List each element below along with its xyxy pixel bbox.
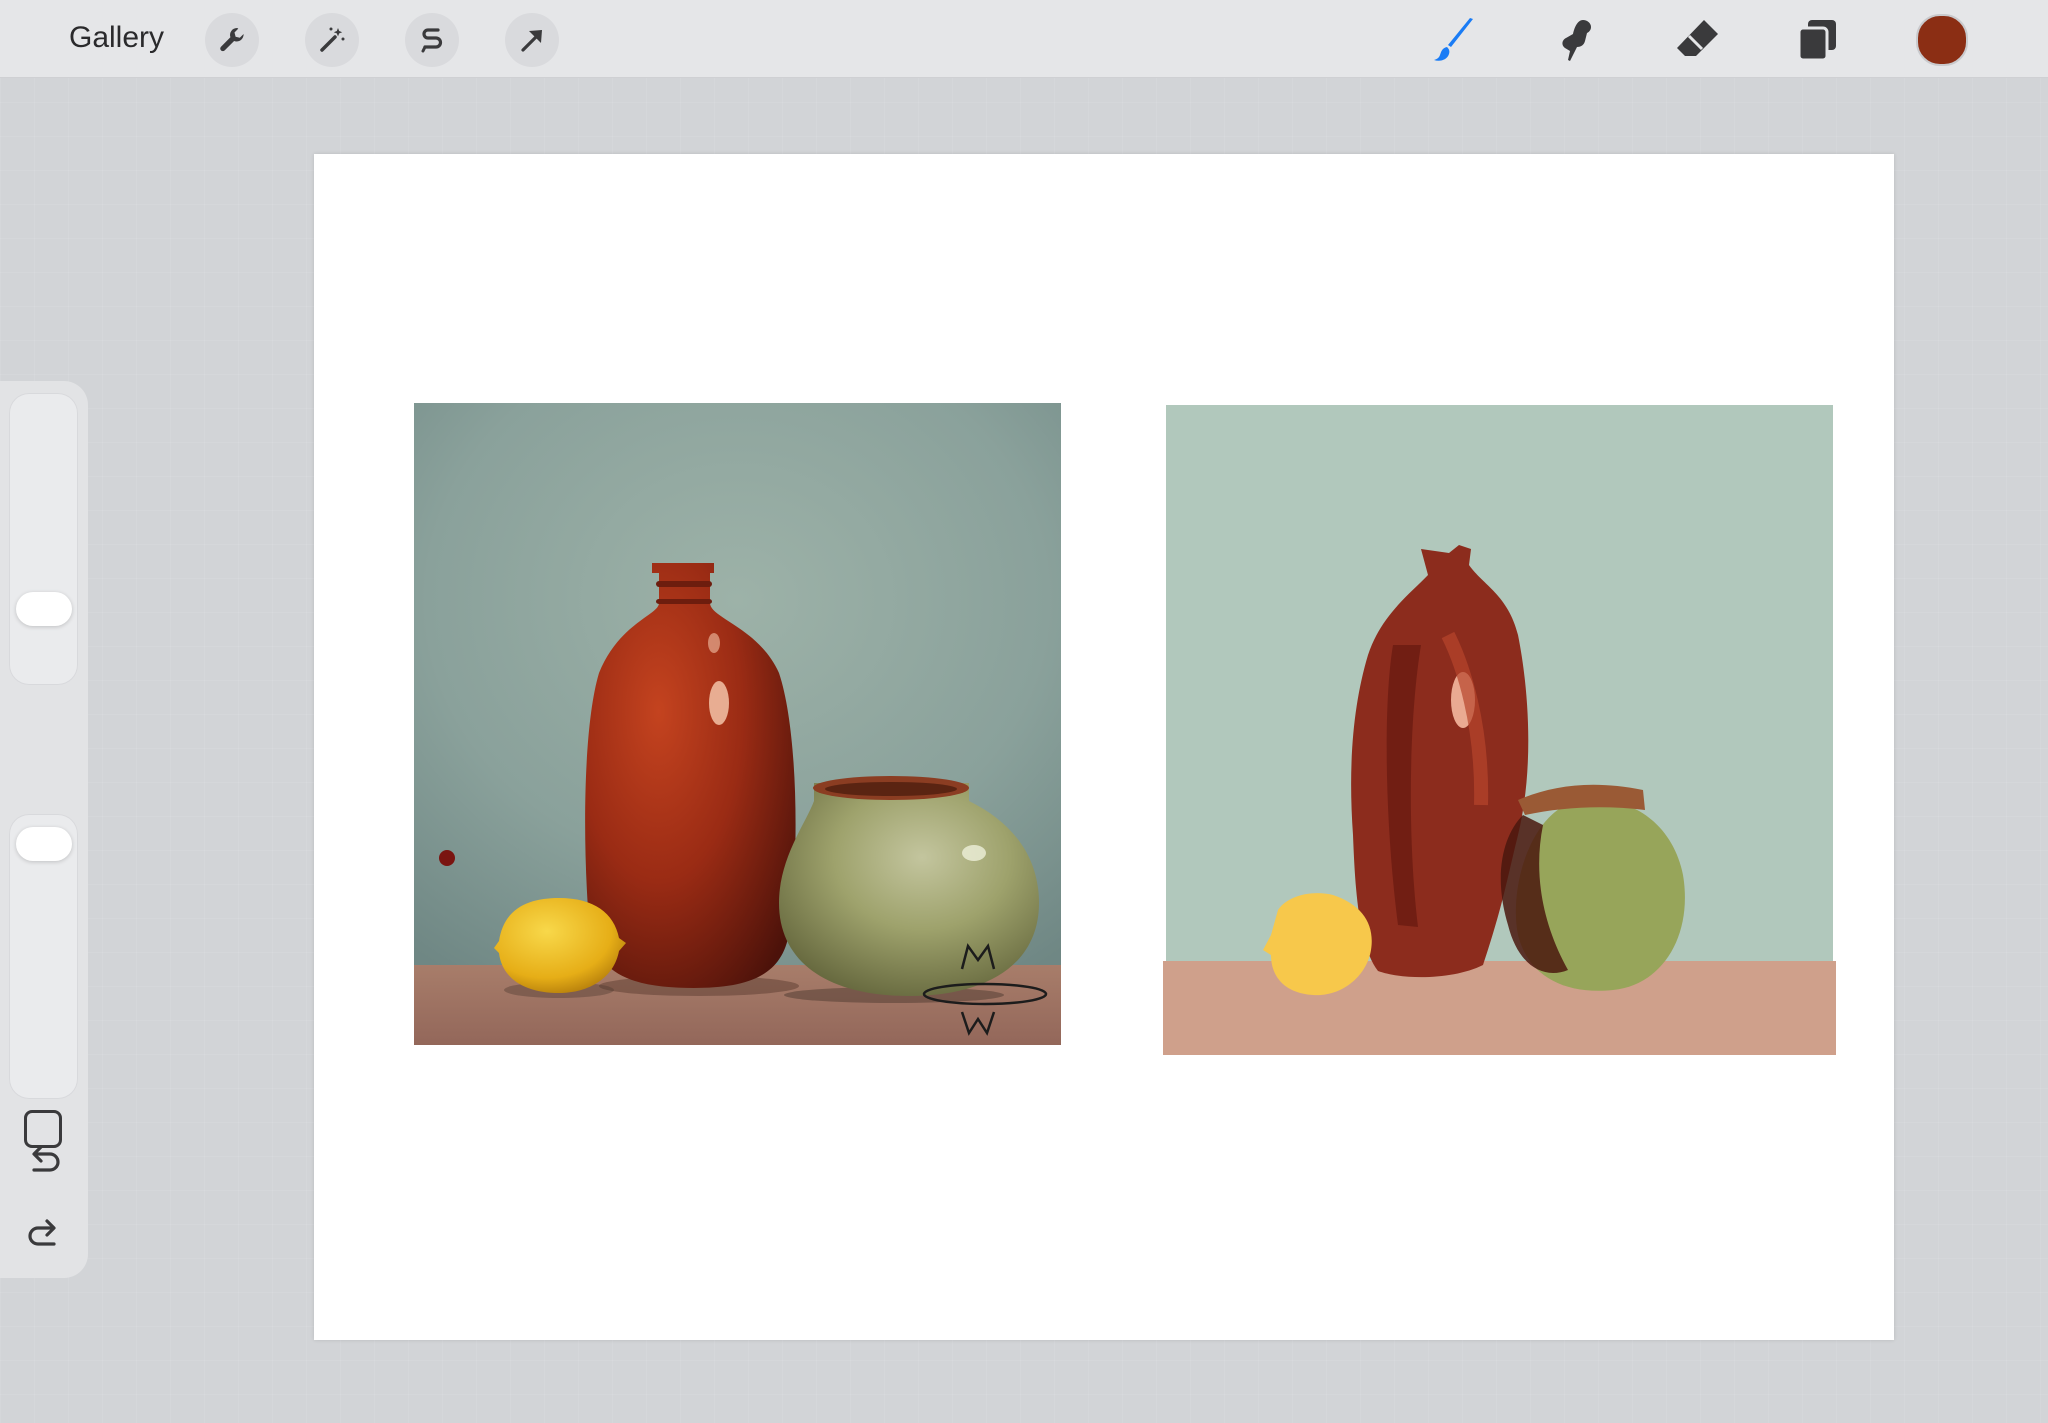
painted-study — [1163, 405, 1836, 1055]
redo-icon — [28, 1219, 56, 1246]
opacity-thumb[interactable] — [16, 826, 72, 861]
eraser-icon — [1677, 20, 1718, 56]
undo-icon — [32, 1145, 60, 1172]
wrench-icon — [220, 28, 244, 52]
reference-photo — [414, 403, 1061, 1045]
color-picker-swatch[interactable] — [1916, 14, 1968, 66]
eraser-tool[interactable] — [1668, 11, 1726, 69]
gallery-button[interactable]: Gallery — [69, 19, 164, 57]
magic-wand-icon — [320, 27, 345, 52]
layers-icon — [1797, 20, 1836, 62]
layers-tool[interactable] — [1789, 11, 1847, 69]
top-toolbar: Gallery — [0, 0, 2048, 78]
actions-button[interactable] — [205, 13, 259, 67]
selection-button[interactable] — [405, 13, 459, 67]
brush-tool[interactable] — [1426, 11, 1484, 69]
sidebar — [0, 381, 88, 1278]
redo-button[interactable] — [22, 1212, 66, 1256]
undo-button[interactable] — [22, 1138, 66, 1182]
smudge-tool[interactable] — [1547, 11, 1605, 69]
transform-button[interactable] — [505, 13, 559, 67]
adjustments-button[interactable] — [305, 13, 359, 67]
red-dot — [439, 850, 455, 866]
brush-size-thumb[interactable] — [16, 591, 72, 626]
selection-s-icon — [421, 28, 443, 53]
transform-arrow-icon — [521, 30, 542, 52]
brush-size-slider[interactable] — [9, 393, 78, 685]
brush-icon — [1434, 18, 1473, 61]
painted-table — [1163, 961, 1836, 1055]
smudge-icon — [1562, 20, 1591, 61]
